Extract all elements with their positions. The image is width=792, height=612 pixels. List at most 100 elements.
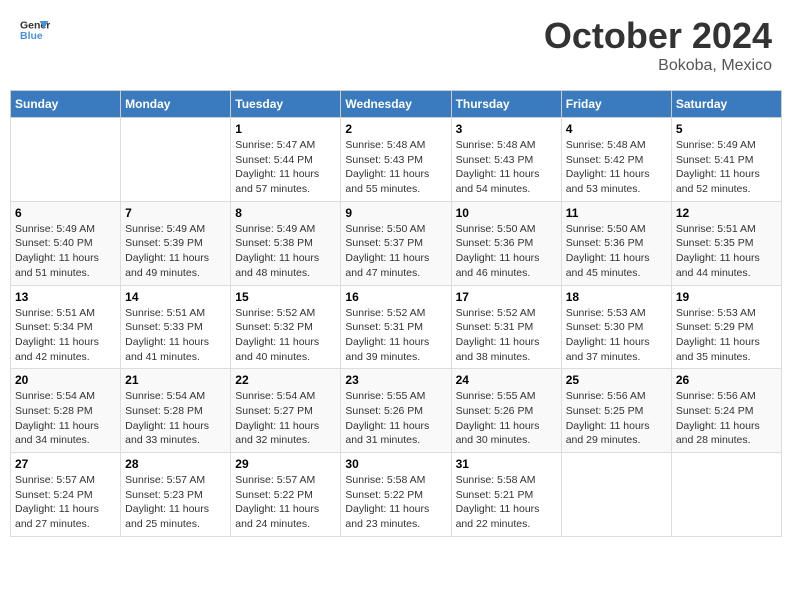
day-info: Sunrise: 5:50 AM Sunset: 5:36 PM Dayligh… (456, 222, 557, 281)
day-info: Sunrise: 5:49 AM Sunset: 5:41 PM Dayligh… (676, 138, 777, 197)
day-info: Sunrise: 5:55 AM Sunset: 5:26 PM Dayligh… (345, 389, 446, 448)
calendar-day-cell: 18 Sunrise: 5:53 AM Sunset: 5:30 PM Dayli… (561, 285, 671, 369)
calendar-day-cell: 11 Sunrise: 5:50 AM Sunset: 5:36 PM Dayli… (561, 201, 671, 285)
calendar-day-cell: 12 Sunrise: 5:51 AM Sunset: 5:35 PM Dayli… (671, 201, 781, 285)
day-number: 14 (125, 290, 226, 304)
calendar-day-cell: 6 Sunrise: 5:49 AM Sunset: 5:40 PM Daylig… (11, 201, 121, 285)
calendar-day-cell: 13 Sunrise: 5:51 AM Sunset: 5:34 PM Dayli… (11, 285, 121, 369)
calendar-day-cell: 31 Sunrise: 5:58 AM Sunset: 5:21 PM Dayli… (451, 453, 561, 537)
day-info: Sunrise: 5:57 AM Sunset: 5:24 PM Dayligh… (15, 473, 116, 532)
day-number: 13 (15, 290, 116, 304)
day-number: 30 (345, 457, 446, 471)
svg-text:Blue: Blue (20, 30, 43, 42)
day-of-week-header: Saturday (671, 91, 781, 118)
calendar-week-row: 27 Sunrise: 5:57 AM Sunset: 5:24 PM Dayli… (11, 453, 782, 537)
calendar-day-cell: 15 Sunrise: 5:52 AM Sunset: 5:32 PM Dayli… (231, 285, 341, 369)
calendar-day-cell: 5 Sunrise: 5:49 AM Sunset: 5:41 PM Daylig… (671, 118, 781, 202)
calendar-day-cell: 23 Sunrise: 5:55 AM Sunset: 5:26 PM Dayli… (341, 369, 451, 453)
day-number: 7 (125, 206, 226, 220)
day-info: Sunrise: 5:54 AM Sunset: 5:28 PM Dayligh… (15, 389, 116, 448)
calendar-day-cell: 2Sunrise: 5:48 AM Sunset: 5:43 PM Daylig… (341, 118, 451, 202)
day-info: Sunrise: 5:49 AM Sunset: 5:40 PM Dayligh… (15, 222, 116, 281)
calendar-day-cell (671, 453, 781, 537)
day-number: 8 (235, 206, 336, 220)
calendar-day-cell (561, 453, 671, 537)
calendar-day-cell: 10 Sunrise: 5:50 AM Sunset: 5:36 PM Dayli… (451, 201, 561, 285)
day-info: Sunrise: 5:54 AM Sunset: 5:28 PM Dayligh… (125, 389, 226, 448)
calendar-week-row: 1 Sunrise: 5:47 AM Sunset: 5:44 PM Daylig… (11, 118, 782, 202)
day-info: Sunrise: 5:51 AM Sunset: 5:35 PM Dayligh… (676, 222, 777, 281)
calendar-day-cell: 4 Sunrise: 5:48 AM Sunset: 5:42 PM Daylig… (561, 118, 671, 202)
calendar-day-cell: 20Sunrise: 5:54 AM Sunset: 5:28 PM Dayli… (11, 369, 121, 453)
day-number: 29 (235, 457, 336, 471)
calendar-table: SundayMondayTuesdayWednesdayThursdayFrid… (10, 90, 782, 537)
day-info: Sunrise: 5:49 AM Sunset: 5:38 PM Dayligh… (235, 222, 336, 281)
calendar-day-cell: 24 Sunrise: 5:55 AM Sunset: 5:26 PM Dayli… (451, 369, 561, 453)
calendar-day-cell: 3 Sunrise: 5:48 AM Sunset: 5:43 PM Daylig… (451, 118, 561, 202)
day-info: Sunrise: 5:51 AM Sunset: 5:33 PM Dayligh… (125, 306, 226, 365)
day-number: 24 (456, 373, 557, 387)
page-header: General Blue October 2024 Bokoba, Mexico (10, 10, 782, 80)
calendar-day-cell: 16Sunrise: 5:52 AM Sunset: 5:31 PM Dayli… (341, 285, 451, 369)
day-info: Sunrise: 5:48 AM Sunset: 5:43 PM Dayligh… (456, 138, 557, 197)
day-info: Sunrise: 5:53 AM Sunset: 5:29 PM Dayligh… (676, 306, 777, 365)
month-title: October 2024 (544, 15, 772, 57)
day-number: 22 (235, 373, 336, 387)
day-info: Sunrise: 5:55 AM Sunset: 5:26 PM Dayligh… (456, 389, 557, 448)
day-number: 16 (345, 290, 446, 304)
day-info: Sunrise: 5:49 AM Sunset: 5:39 PM Dayligh… (125, 222, 226, 281)
calendar-day-cell: 8 Sunrise: 5:49 AM Sunset: 5:38 PM Daylig… (231, 201, 341, 285)
day-number: 21 (125, 373, 226, 387)
calendar-header-row: SundayMondayTuesdayWednesdayThursdayFrid… (11, 91, 782, 118)
day-info: Sunrise: 5:47 AM Sunset: 5:44 PM Dayligh… (235, 138, 336, 197)
day-of-week-header: Monday (121, 91, 231, 118)
day-info: Sunrise: 5:50 AM Sunset: 5:37 PM Dayligh… (345, 222, 446, 281)
day-number: 2 (345, 122, 446, 136)
calendar-day-cell: 29 Sunrise: 5:57 AM Sunset: 5:22 PM Dayli… (231, 453, 341, 537)
day-number: 15 (235, 290, 336, 304)
calendar-day-cell: 30Sunrise: 5:58 AM Sunset: 5:22 PM Dayli… (341, 453, 451, 537)
day-number: 6 (15, 206, 116, 220)
calendar-day-cell: 21 Sunrise: 5:54 AM Sunset: 5:28 PM Dayli… (121, 369, 231, 453)
calendar-day-cell (121, 118, 231, 202)
calendar-day-cell: 1 Sunrise: 5:47 AM Sunset: 5:44 PM Daylig… (231, 118, 341, 202)
day-of-week-header: Friday (561, 91, 671, 118)
day-number: 28 (125, 457, 226, 471)
day-number: 4 (566, 122, 667, 136)
day-number: 3 (456, 122, 557, 136)
day-info: Sunrise: 5:50 AM Sunset: 5:36 PM Dayligh… (566, 222, 667, 281)
day-info: Sunrise: 5:57 AM Sunset: 5:22 PM Dayligh… (235, 473, 336, 532)
day-number: 5 (676, 122, 777, 136)
location: Bokoba, Mexico (544, 57, 772, 75)
day-number: 27 (15, 457, 116, 471)
day-info: Sunrise: 5:51 AM Sunset: 5:34 PM Dayligh… (15, 306, 116, 365)
calendar-day-cell (11, 118, 121, 202)
day-number: 10 (456, 206, 557, 220)
day-info: Sunrise: 5:53 AM Sunset: 5:30 PM Dayligh… (566, 306, 667, 365)
calendar-day-cell: 9Sunrise: 5:50 AM Sunset: 5:37 PM Daylig… (341, 201, 451, 285)
calendar-week-row: 13 Sunrise: 5:51 AM Sunset: 5:34 PM Dayli… (11, 285, 782, 369)
day-info: Sunrise: 5:56 AM Sunset: 5:25 PM Dayligh… (566, 389, 667, 448)
day-number: 26 (676, 373, 777, 387)
day-of-week-header: Thursday (451, 91, 561, 118)
calendar-day-cell: 27 Sunrise: 5:57 AM Sunset: 5:24 PM Dayli… (11, 453, 121, 537)
day-number: 12 (676, 206, 777, 220)
title-block: October 2024 Bokoba, Mexico (544, 15, 772, 75)
calendar-day-cell: 7 Sunrise: 5:49 AM Sunset: 5:39 PM Daylig… (121, 201, 231, 285)
calendar-day-cell: 22Sunrise: 5:54 AM Sunset: 5:27 PM Dayli… (231, 369, 341, 453)
calendar-day-cell: 28Sunrise: 5:57 AM Sunset: 5:23 PM Dayli… (121, 453, 231, 537)
day-number: 18 (566, 290, 667, 304)
day-info: Sunrise: 5:56 AM Sunset: 5:24 PM Dayligh… (676, 389, 777, 448)
day-of-week-header: Sunday (11, 91, 121, 118)
day-number: 1 (235, 122, 336, 136)
calendar-day-cell: 25Sunrise: 5:56 AM Sunset: 5:25 PM Dayli… (561, 369, 671, 453)
day-info: Sunrise: 5:52 AM Sunset: 5:32 PM Dayligh… (235, 306, 336, 365)
day-number: 11 (566, 206, 667, 220)
logo: General Blue (20, 15, 50, 45)
day-info: Sunrise: 5:58 AM Sunset: 5:21 PM Dayligh… (456, 473, 557, 532)
day-info: Sunrise: 5:48 AM Sunset: 5:42 PM Dayligh… (566, 138, 667, 197)
calendar-week-row: 6 Sunrise: 5:49 AM Sunset: 5:40 PM Daylig… (11, 201, 782, 285)
day-number: 31 (456, 457, 557, 471)
day-number: 19 (676, 290, 777, 304)
day-number: 23 (345, 373, 446, 387)
